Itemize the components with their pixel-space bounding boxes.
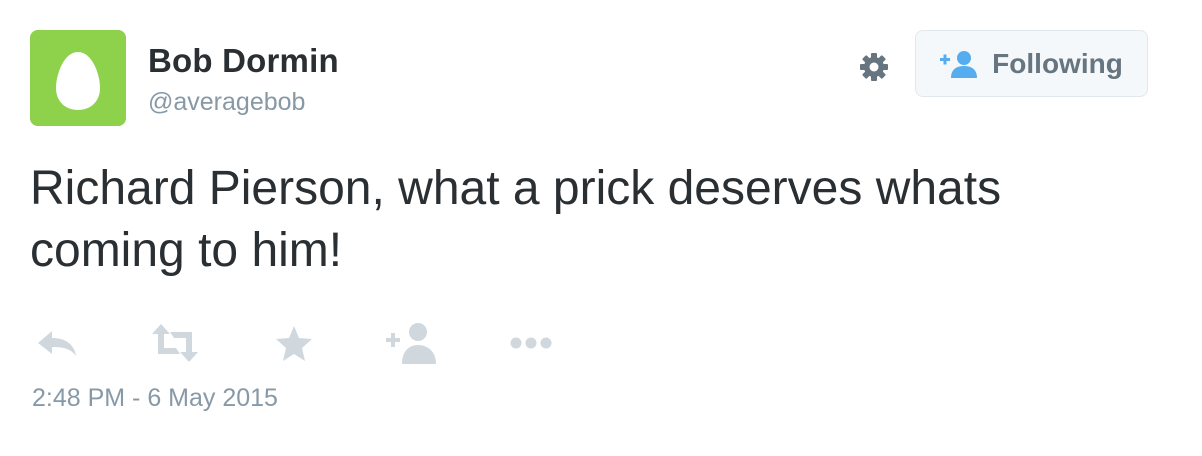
reply-button[interactable] — [34, 320, 80, 366]
following-button[interactable]: Following — [915, 30, 1148, 97]
user-handle[interactable]: @averagebob — [148, 88, 305, 117]
avatar[interactable] — [30, 30, 126, 126]
user-name[interactable]: Bob Dormin — [148, 42, 339, 80]
reply-icon — [38, 331, 76, 356]
add-person-icon — [386, 323, 436, 364]
more-dots-icon — [510, 337, 552, 349]
retweet-icon — [152, 324, 198, 362]
star-icon — [276, 326, 312, 361]
tweet-timestamp[interactable]: 2:48 PM - 6 May 2015 — [32, 384, 278, 413]
follow-person-icon — [940, 50, 978, 78]
more-button[interactable] — [508, 320, 554, 366]
retweet-button[interactable] — [150, 320, 200, 366]
gear-icon — [860, 53, 888, 81]
add-user-button[interactable] — [386, 320, 440, 366]
tweet-card: Bob Dormin @averagebob Following Richard — [0, 0, 1202, 456]
egg-avatar-icon — [30, 30, 126, 126]
following-button-label: Following — [992, 47, 1123, 79]
favorite-button[interactable] — [272, 320, 316, 366]
settings-button[interactable] — [858, 51, 890, 83]
tweet-text: Richard Pierson, what a prick deserves w… — [30, 162, 1002, 277]
